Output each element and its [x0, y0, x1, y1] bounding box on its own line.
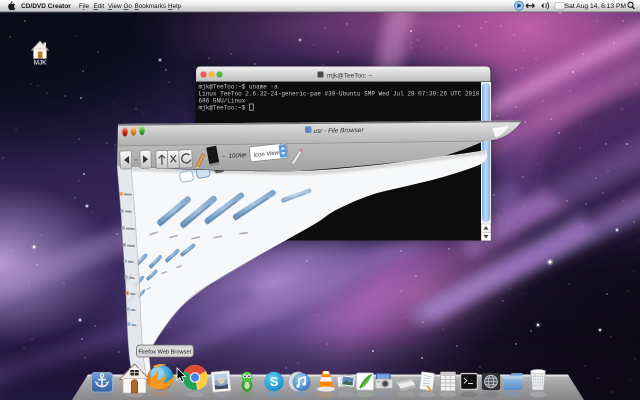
svg-text:Sat Aug 14, 6:13 PM: Sat Aug 14, 6:13 PM [565, 3, 627, 10]
svg-text:S: S [270, 374, 279, 389]
svg-text:mjk@TeeToo: ~: mjk@TeeToo: ~ [327, 72, 372, 79]
svg-text:mjk@TeeToo:~$: mjk@TeeToo:~$ [199, 105, 246, 112]
svg-text:Firefox Web Browser: Firefox Web Browser [139, 349, 192, 355]
svg-text:686 GNU/Linux: 686 GNU/Linux [199, 98, 246, 105]
svg-text:CD/DVD Creator: CD/DVD Creator [21, 3, 71, 10]
svg-text:+: + [243, 152, 247, 159]
svg-text:usr - File Browser: usr - File Browser [313, 127, 364, 135]
svg-text:Go: Go [124, 3, 133, 10]
svg-text:View: View [108, 3, 122, 10]
svg-text:File: File [79, 3, 90, 10]
svg-text:Help: Help [168, 3, 181, 10]
svg-text:Bookmarks: Bookmarks [135, 3, 167, 10]
svg-text:Edit: Edit [94, 3, 105, 10]
svg-text:MJK: MJK [34, 60, 47, 67]
svg-text:Linux TeeToo 2.6.32-24-generic: Linux TeeToo 2.6.32-24-generic-pae #39-U… [199, 91, 487, 98]
svg-text:mjk@TeeToo:~$ uname -a: mjk@TeeToo:~$ uname -a [199, 84, 279, 91]
